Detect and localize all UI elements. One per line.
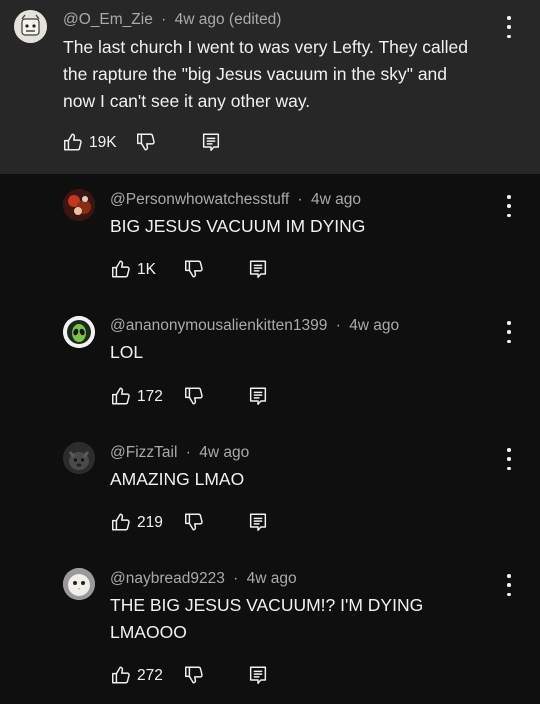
avatar[interactable] bbox=[63, 442, 95, 474]
reply-button[interactable] bbox=[247, 664, 269, 686]
meta-separator: · bbox=[297, 191, 303, 208]
reply-text: LOL bbox=[110, 339, 143, 366]
avatar[interactable] bbox=[63, 189, 95, 221]
reply-actions: 272 bbox=[110, 664, 310, 690]
thumbs-up-icon bbox=[110, 664, 132, 686]
thumbs-down-icon bbox=[183, 511, 205, 533]
thumbs-down-icon bbox=[183, 258, 205, 280]
timestamp: 4w ago bbox=[310, 191, 361, 208]
dislike-button[interactable] bbox=[183, 258, 205, 280]
reply-meta: @FizzTail · 4w ago bbox=[110, 444, 249, 462]
comment-line: LOL bbox=[110, 342, 144, 362]
meta-separator: · bbox=[233, 570, 239, 587]
avatar[interactable] bbox=[63, 316, 95, 348]
comment-meta: @O_Em_Zie · 4w ago (edited) bbox=[63, 11, 281, 29]
timestamp: 4w ago bbox=[349, 317, 400, 334]
avatar-image bbox=[14, 10, 47, 43]
comment-line: AMAZING LMAO bbox=[110, 469, 245, 489]
avatar-image bbox=[63, 316, 95, 348]
thumbs-up-icon bbox=[110, 511, 132, 533]
like-button[interactable] bbox=[110, 385, 132, 407]
like-button[interactable] bbox=[110, 258, 132, 280]
dislike-button[interactable] bbox=[135, 131, 157, 153]
meta-separator: · bbox=[335, 317, 341, 334]
avatar[interactable] bbox=[63, 568, 95, 600]
author-name[interactable]: @O_Em_Zie bbox=[63, 11, 153, 28]
author-name[interactable]: @Personwhowatchesstuff bbox=[110, 191, 289, 208]
like-count: 219 bbox=[137, 514, 163, 531]
highlighted-comment: @O_Em_Zie · 4w ago (edited) The last chu… bbox=[0, 0, 540, 174]
reply-meta: @naybread9223 · 4w ago bbox=[110, 570, 297, 588]
reply-actions: 219 bbox=[110, 511, 310, 537]
reply-text: AMAZING LMAO bbox=[110, 466, 244, 493]
like-button[interactable] bbox=[110, 664, 132, 686]
more-vertical-icon[interactable] bbox=[503, 195, 515, 217]
like-button[interactable] bbox=[62, 131, 84, 153]
reply-actions: 1K bbox=[110, 258, 310, 284]
avatar[interactable] bbox=[14, 10, 47, 43]
like-count: 19K bbox=[89, 134, 117, 151]
reply-text: THE BIG JESUS VACUUM!? I'M DYING LMAOOO bbox=[110, 592, 423, 646]
author-name[interactable]: @FizzTail bbox=[110, 444, 177, 461]
avatar-image bbox=[63, 189, 95, 221]
reply-meta: @Personwhowatchesstuff · 4w ago bbox=[110, 191, 361, 209]
comment-line: The last church I went to was very Lefty… bbox=[63, 37, 468, 57]
comment-line: BIG JESUS VACUUM IM DYING bbox=[110, 216, 366, 236]
dislike-button[interactable] bbox=[183, 511, 205, 533]
more-vertical-icon[interactable] bbox=[503, 16, 515, 38]
thumbs-down-icon bbox=[183, 385, 205, 407]
meta-separator: · bbox=[185, 444, 191, 461]
more-vertical-icon[interactable] bbox=[503, 321, 515, 343]
reply-button[interactable] bbox=[247, 385, 269, 407]
reply-icon bbox=[247, 664, 269, 686]
author-name[interactable]: @naybread9223 bbox=[110, 570, 225, 587]
reply-icon bbox=[200, 131, 222, 153]
avatar-image bbox=[63, 568, 95, 600]
more-vertical-icon[interactable] bbox=[503, 574, 515, 596]
reply-meta: @ananonymousalienkitten1399 · 4w ago bbox=[110, 317, 399, 335]
reply-icon bbox=[247, 258, 269, 280]
timestamp: 4w ago (edited) bbox=[174, 11, 282, 28]
comment-actions: 19K bbox=[62, 131, 362, 157]
comment-line: LMAOOO bbox=[110, 622, 187, 642]
like-count: 272 bbox=[137, 667, 163, 684]
thumbs-up-icon bbox=[110, 258, 132, 280]
thumbs-up-icon bbox=[62, 131, 84, 153]
reply-icon bbox=[247, 385, 269, 407]
meta-separator: · bbox=[161, 11, 167, 28]
author-name[interactable]: @ananonymousalienkitten1399 bbox=[110, 317, 327, 334]
dislike-button[interactable] bbox=[183, 385, 205, 407]
dislike-button[interactable] bbox=[183, 664, 205, 686]
reply-actions: 172 bbox=[110, 385, 310, 411]
thumbs-up-icon bbox=[110, 385, 132, 407]
more-vertical-icon[interactable] bbox=[503, 448, 515, 470]
thumbs-down-icon bbox=[135, 131, 157, 153]
like-count: 172 bbox=[137, 388, 163, 405]
reply-button[interactable] bbox=[200, 131, 222, 153]
like-button[interactable] bbox=[110, 511, 132, 533]
timestamp: 4w ago bbox=[246, 570, 297, 587]
reply-text: BIG JESUS VACUUM IM DYING bbox=[110, 213, 365, 240]
reply-button[interactable] bbox=[247, 258, 269, 280]
comment-line: now I can't see it any other way. bbox=[63, 91, 311, 111]
thumbs-down-icon bbox=[183, 664, 205, 686]
comment-line: the rapture the "big Jesus vacuum in the… bbox=[63, 64, 448, 84]
like-count: 1K bbox=[137, 261, 156, 278]
timestamp: 4w ago bbox=[199, 444, 250, 461]
comment-text: The last church I went to was very Lefty… bbox=[63, 34, 468, 115]
reply-button[interactable] bbox=[247, 511, 269, 533]
reply-icon bbox=[247, 511, 269, 533]
avatar-image bbox=[63, 442, 95, 474]
comment-line: THE BIG JESUS VACUUM!? I'M DYING bbox=[110, 595, 424, 615]
